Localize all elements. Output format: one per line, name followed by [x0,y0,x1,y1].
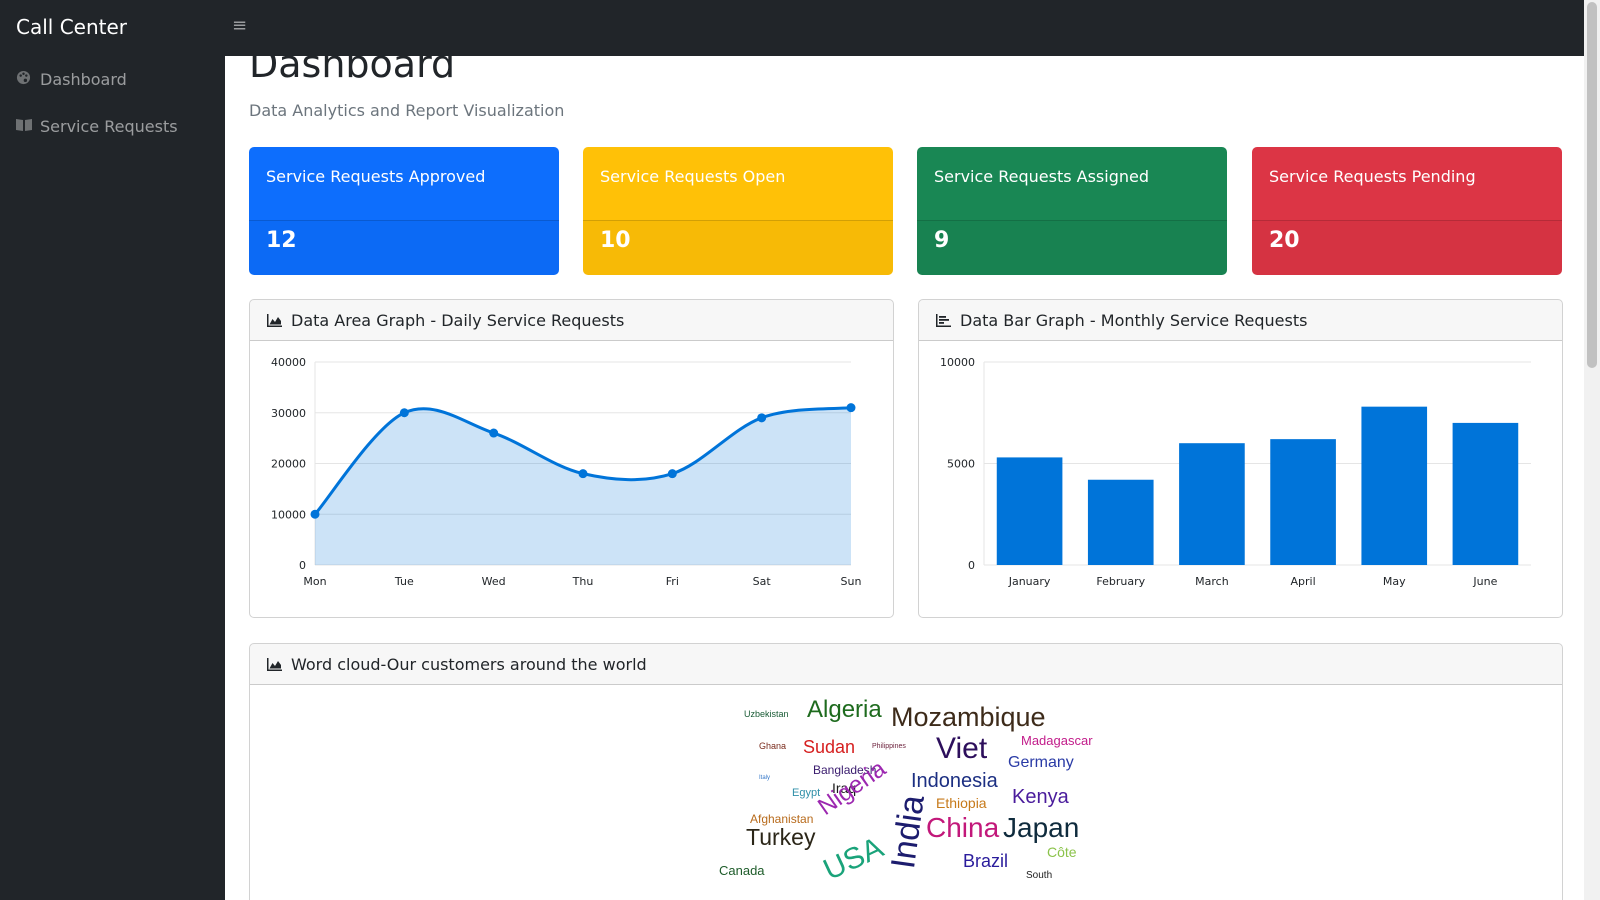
x-tick-label: Sat [753,575,772,588]
stat-card-open[interactable]: Service Requests Open 10 [583,147,893,275]
sidebar-item-dashboard[interactable]: Dashboard [16,70,127,89]
cloud-word: Japan [1003,812,1080,843]
area-chart-icon [266,657,282,671]
brand-title[interactable]: Call Center [16,15,127,39]
stat-value: 20 [1269,228,1300,253]
sidebar-item-label: Dashboard [40,70,127,89]
x-tick-label: April [1291,575,1316,588]
x-tick-label: February [1096,575,1145,588]
area-graph-panel: Data Area Graph - Daily Service Requests… [249,299,894,618]
data-point [310,509,320,519]
stat-footer [917,221,1227,275]
y-tick-label: 5000 [947,458,975,471]
bar [1179,443,1245,565]
x-tick-label: January [1008,575,1051,588]
sidebar: Dashboard Service Requests [0,56,225,900]
x-tick-label: May [1383,575,1406,588]
stat-label: Service Requests Open [600,167,786,186]
sidebar-item-service-requests[interactable]: Service Requests [16,117,178,136]
cloud-word: Philippines [872,743,906,750]
cloud-word: South [1026,870,1053,881]
main-content: Dashboard Data Analytics and Report Visu… [225,0,1584,900]
panel-title: Word cloud-Our customers around the worl… [291,654,647,674]
cloud-word: Kenya [1012,786,1069,808]
y-tick-label: 20000 [271,458,306,471]
panel-title: Data Bar Graph - Monthly Service Request… [960,310,1308,330]
x-tick-label: Thu [572,575,594,588]
stat-label: Service Requests Pending [1269,167,1476,186]
cloud-word: Italy [759,775,771,781]
data-point [489,428,499,438]
cloud-word: Uzbekistan [744,709,789,719]
sidebar-item-label: Service Requests [40,117,178,136]
stat-value: 10 [600,228,631,253]
bar [1270,439,1336,565]
bar [1087,479,1154,565]
scrollbar-thumb[interactable] [1587,2,1597,368]
stat-card-approved[interactable]: Service Requests Approved 12 [249,147,559,275]
bar-chart: 0 5000 10000 January February March April May Ju… [940,356,1531,588]
panel-header: Word cloud-Our customers around the worl… [250,644,1562,685]
word-cloud: Uzbekistan Algeria Mozambique Ghana Suda… [250,686,1562,900]
stat-value: 9 [934,228,950,253]
cloud-word: Mozambique [891,702,1046,732]
panel-header: Data Bar Graph - Monthly Service Request… [919,300,1562,341]
palette-icon [16,70,32,89]
stat-card-pending[interactable]: Service Requests Pending 20 [1252,147,1562,275]
data-point [667,469,677,479]
cloud-word: Ghana [759,741,787,751]
stat-value: 12 [266,228,297,253]
cloud-word: Sudan [803,737,856,757]
area-chart: 0 10000 20000 30000 40000 Mon Tue Wed Thu Fri Sat S… [271,356,862,588]
cloud-word: Madagascar [1021,733,1093,748]
word-cloud-panel: Word cloud-Our customers around the worl… [249,643,1563,900]
data-point [578,469,588,479]
book-icon [16,118,32,136]
x-tick-label: Fri [666,575,679,588]
cloud-word: Brazil [963,851,1009,871]
bar [1452,422,1519,565]
x-tick-label: Tue [394,575,414,588]
data-point [399,408,409,418]
cloud-word: Côte [1047,844,1077,860]
cloud-word: India [884,792,932,872]
y-tick-label: 10000 [271,508,306,521]
cloud-word: Algeria [807,696,882,723]
x-tick-label: March [1195,575,1229,588]
bar-graph-panel: Data Bar Graph - Monthly Service Request… [918,299,1563,618]
stat-label: Service Requests Assigned [934,167,1149,186]
bar [996,457,1063,565]
panel-title: Data Area Graph - Daily Service Requests [291,310,625,330]
area-chart-icon [266,313,282,327]
y-tick-label: 10000 [940,356,975,369]
vertical-scrollbar[interactable] [1584,0,1600,900]
cloud-word: Ethiopia [936,795,987,811]
y-tick-label: 40000 [271,356,306,369]
bar [1361,406,1428,565]
page-subtitle: Data Analytics and Report Visualization [249,101,565,120]
cloud-word: Canada [719,863,765,878]
cloud-word: Viet [936,732,988,765]
area-fill [315,407,851,565]
cloud-word: Germany [1008,754,1074,771]
stat-card-assigned[interactable]: Service Requests Assigned 9 [917,147,1227,275]
cloud-word: Turkey [746,824,816,850]
y-tick-label: 0 [968,559,975,572]
x-tick-label: June [1472,575,1497,588]
x-tick-label: Mon [303,575,326,588]
panel-header: Data Area Graph - Daily Service Requests [250,300,893,341]
cloud-word: Indonesia [911,770,998,792]
top-navbar: Call Center ≡ [0,0,1584,56]
x-tick-label: Sun [841,575,862,588]
cloud-word: USA [818,830,889,887]
hamburger-icon[interactable]: ≡ [232,15,247,36]
x-tick-label: Wed [482,575,506,588]
data-point [757,413,767,423]
cloud-word: China [926,812,1000,843]
data-point [846,403,856,413]
bar-chart-icon [935,313,951,327]
y-tick-label: 0 [299,559,306,572]
stat-label: Service Requests Approved [266,167,486,186]
y-tick-label: 30000 [271,407,306,420]
